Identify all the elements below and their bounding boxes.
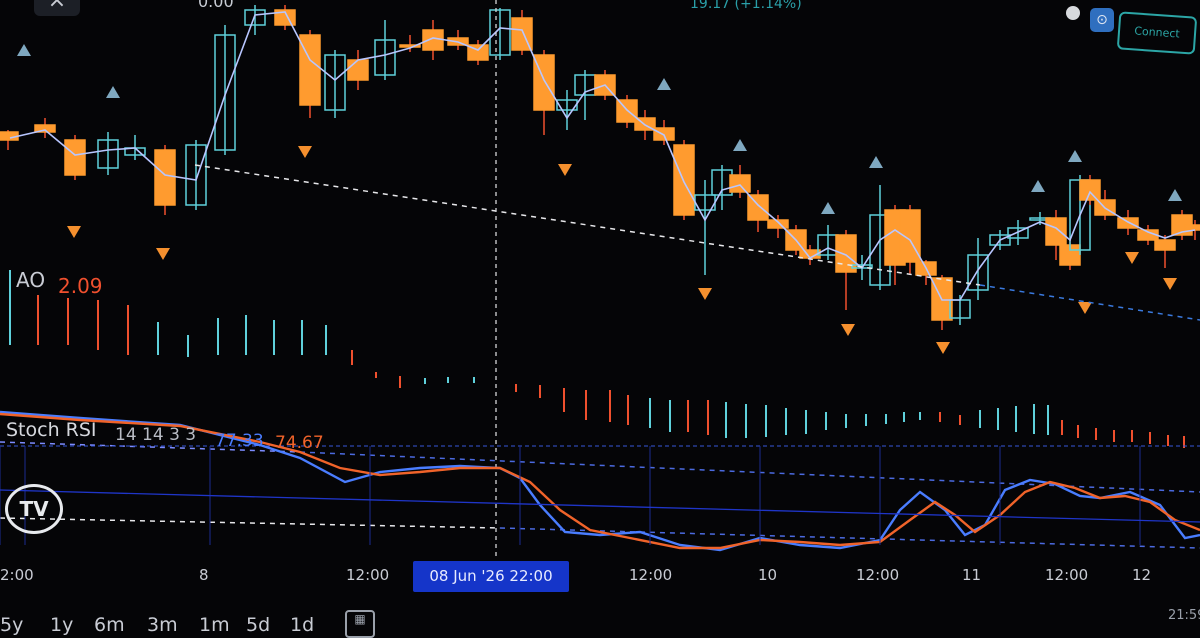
buy-signal-icon: [17, 44, 31, 56]
candle-body: [1154, 239, 1176, 251]
xaxis-label: 11: [962, 566, 982, 584]
xaxis-label: 8: [199, 566, 209, 584]
timeframe-6m[interactable]: 6m: [94, 614, 125, 636]
timeframe-3m[interactable]: 3m: [147, 614, 178, 636]
sell-signal-icon: [1125, 252, 1139, 264]
stoch-indicator-params: 14 14 3 3: [115, 425, 197, 445]
crosshair-time-label: 08 Jun '26 22:00: [413, 561, 569, 592]
sell-signal-icon: [156, 248, 170, 260]
sell-signal-icon: [936, 342, 950, 354]
candle-body: [1117, 217, 1139, 229]
buy-signal-icon: [1068, 150, 1082, 162]
ao-indicator-name: AO: [16, 268, 46, 292]
timeframe-5d[interactable]: 5d: [246, 614, 270, 636]
candle-body: [1079, 179, 1101, 201]
buy-signal-icon: [657, 78, 671, 90]
stoch-mid-line: [0, 489, 1200, 523]
stoch-k-value: 77.33: [215, 431, 264, 451]
buy-signal-icon: [733, 139, 747, 151]
stoch-d-value: 74.67: [275, 433, 324, 453]
buy-signal-icon: [1031, 180, 1045, 192]
clock-text: 21:59: [1168, 608, 1200, 623]
xaxis-label: 2:00: [0, 566, 34, 584]
trend-lines: [0, 164, 1200, 549]
price-change-text: 19.17 (+1.14%): [690, 0, 802, 12]
xaxis-label: 12:00: [856, 566, 900, 584]
connect-button[interactable]: Connect: [1116, 11, 1198, 55]
buy-signal-icon: [869, 156, 883, 168]
candle-body: [653, 127, 675, 141]
xaxis-label: 12:00: [629, 566, 673, 584]
close-icon[interactable]: ×: [34, 0, 80, 16]
stoch-indicator-name: Stoch RSI: [6, 419, 97, 441]
account-icon[interactable]: ⊙: [1090, 8, 1114, 32]
candle-body: [835, 234, 857, 273]
tradingview-logo-icon[interactable]: TV: [5, 484, 63, 534]
candle-body: [154, 149, 176, 206]
timeframe-1d[interactable]: 1d: [290, 614, 314, 636]
sell-signal-icon: [1078, 302, 1092, 314]
trend-line: [0, 517, 501, 529]
sell-signal-icon: [558, 164, 572, 176]
xaxis-label: 12: [1132, 566, 1152, 584]
sell-signal-icon: [1163, 278, 1177, 290]
price-chart[interactable]: [0, 0, 1200, 630]
trend-line: [979, 284, 1200, 321]
timeframe-5y[interactable]: 5y: [0, 614, 23, 636]
timeframe-1y[interactable]: 1y: [50, 614, 73, 636]
sell-signal-icon: [841, 324, 855, 336]
candle-body: [1184, 224, 1200, 231]
candlestick-series: [0, 5, 1200, 330]
ao-indicator-value: 2.09: [58, 274, 103, 298]
buy-signal-icon: [1168, 189, 1182, 201]
moving-average-line: [9, 11, 1196, 301]
xaxis-label: 12:00: [1045, 566, 1089, 584]
buy-signal-icon: [821, 202, 835, 214]
timeframe-1m[interactable]: 1m: [199, 614, 230, 636]
xaxis-label: 10: [758, 566, 778, 584]
candle-body: [729, 174, 751, 193]
candle-body: [64, 139, 86, 176]
candle-body: [747, 194, 769, 221]
candle-body: [1045, 217, 1067, 246]
candle-body: [347, 59, 369, 81]
price-fragment: 0.00: [198, 0, 234, 11]
sell-signal-icon: [298, 146, 312, 158]
status-dot-icon: [1066, 6, 1080, 20]
candle-body: [422, 29, 444, 51]
calendar-icon[interactable]: ▦: [345, 610, 375, 638]
xaxis-label: 12:00: [346, 566, 390, 584]
sell-signal-icon: [67, 226, 81, 238]
buy-signal-icon: [106, 86, 120, 98]
ao-histogram: [9, 270, 1185, 448]
sell-signal-icon: [698, 288, 712, 300]
